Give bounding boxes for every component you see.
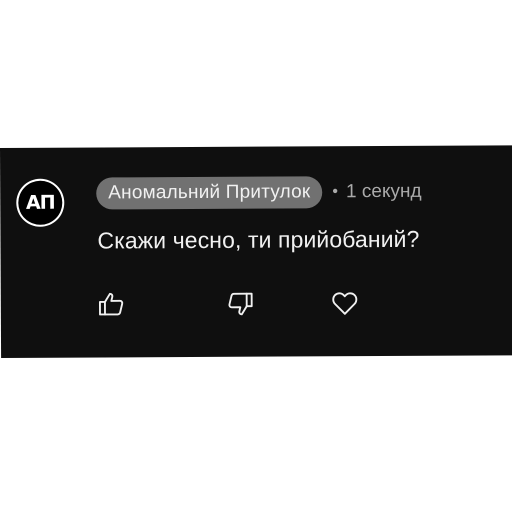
avatar-initials: АП xyxy=(18,180,63,225)
heart-button[interactable] xyxy=(328,286,362,320)
separator-dot: • xyxy=(332,183,339,201)
like-button[interactable] xyxy=(95,287,129,321)
comment-header: Аномальний Притулок • 1 секунд xyxy=(96,176,422,210)
author-name-chip[interactable]: Аномальний Притулок xyxy=(96,176,323,210)
avatar[interactable]: АП xyxy=(16,178,65,227)
thumbs-up-icon xyxy=(98,292,124,316)
comment-text: Скажи чесно, ти прийобаний? xyxy=(97,225,420,254)
dislike-button[interactable] xyxy=(223,287,257,321)
heart-icon xyxy=(332,292,358,315)
comment-timestamp[interactable]: 1 секунд xyxy=(346,181,422,203)
comment-card: АП Аномальний Притулок • 1 секунд Скажи … xyxy=(0,145,512,358)
thumbs-down-icon xyxy=(228,292,253,316)
